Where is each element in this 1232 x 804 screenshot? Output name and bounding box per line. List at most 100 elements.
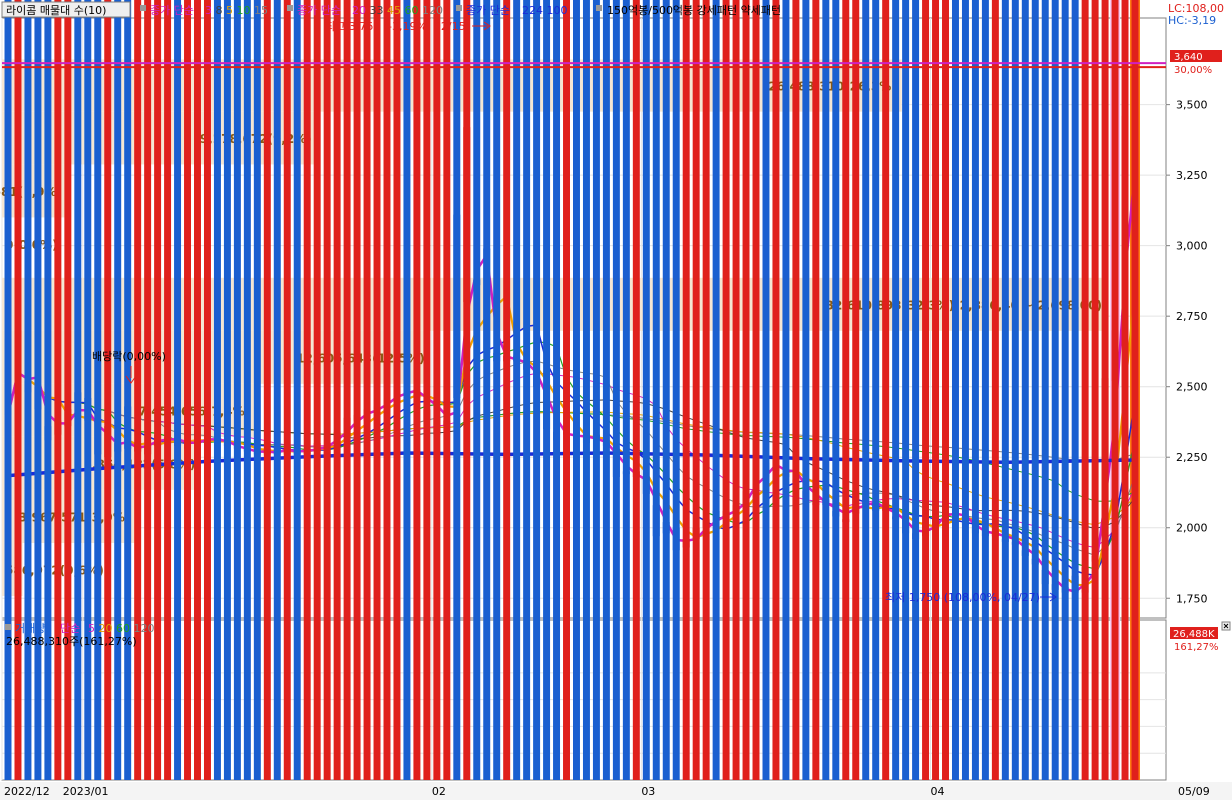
price-tick-label: 3,250 (1176, 169, 1208, 182)
date-label: 03 (641, 785, 655, 798)
volume-bar (952, 0, 959, 780)
volume-bar (1052, 0, 1059, 780)
ma-period: 45 (387, 4, 405, 17)
volume-bar (374, 0, 381, 780)
volume-bar (593, 0, 600, 780)
volume-bar (733, 0, 740, 780)
volume-bar (433, 0, 440, 780)
volume-bar (643, 0, 650, 780)
volume-bar (623, 0, 630, 780)
volume-bar (832, 0, 839, 780)
volume-bar (543, 0, 550, 780)
volume-bar (354, 0, 361, 780)
ma-period: 3 (205, 4, 216, 17)
ma-period: 5 (226, 4, 237, 17)
ma-period: 10 (237, 4, 255, 17)
volume-bar (74, 0, 81, 780)
ma-label-3: 종가 단순 (466, 4, 510, 17)
volume-bar (304, 0, 311, 780)
volume-bar (1062, 0, 1069, 780)
volume-bar (114, 0, 121, 780)
date-label: 2022/12 (4, 785, 50, 798)
volume-bar (1072, 0, 1079, 780)
low-annotation: 최저 1,750 (108,00%, 04/27) (885, 591, 1040, 604)
volume-bar (443, 0, 450, 780)
ma-period: 120 (422, 4, 443, 17)
volume-bar (922, 0, 929, 780)
volume-bar (1082, 0, 1089, 780)
volume-bar (553, 0, 560, 780)
indicator-title: 라이콤 매물대 수(10) (6, 4, 106, 17)
volume-bar (124, 0, 131, 780)
date-label: 02 (432, 785, 446, 798)
volume-bar (5, 0, 12, 780)
volume-bar (533, 0, 540, 780)
volume-bar (932, 0, 939, 780)
volume-bar (882, 0, 889, 780)
volume-bar (523, 0, 530, 780)
volume-bar (224, 0, 231, 780)
price-badge-pct: 30,00% (1174, 65, 1212, 76)
volume-bar (364, 0, 371, 780)
date-label: 05/09 (1178, 785, 1210, 798)
volume-bar (1032, 0, 1039, 780)
ma-period: 33 (370, 4, 388, 17)
volume-bar (234, 0, 241, 780)
volume-bar (134, 0, 141, 780)
volume-bar (194, 0, 201, 780)
volume-bar (772, 0, 779, 780)
volume-bar (264, 0, 271, 780)
volume-bar (1042, 0, 1049, 780)
ma-period: 60 (405, 4, 423, 17)
legend-square-icon (456, 5, 462, 11)
volume-bar (782, 0, 789, 780)
volume-bar (762, 0, 769, 780)
volume-bar (413, 0, 420, 780)
volume-bar (633, 0, 640, 780)
volume-bar (1002, 0, 1009, 780)
date-label: 04 (931, 785, 945, 798)
ma-period: 15 (254, 4, 268, 17)
ma-period: 20 (99, 622, 117, 635)
volume-bar (284, 0, 291, 780)
volume-bar (513, 0, 520, 780)
price-tick-label: 2,500 (1176, 381, 1208, 394)
volume-bar (14, 0, 21, 780)
ma-period: 100 (547, 4, 568, 17)
volume-bar (812, 0, 819, 780)
volume-bar (603, 0, 610, 780)
volume-title: 거래량 (15, 622, 45, 635)
volume-bar (144, 0, 151, 780)
volume-bar (244, 0, 251, 780)
volume-bar (892, 0, 899, 780)
volume-bar (583, 0, 590, 780)
ma-period: 120 (134, 622, 155, 635)
candlestick-chart: 26,488,310(26,3%)9,278,672(9,2%)1,955,58… (0, 0, 1232, 800)
dividend-annotation: 배당락(0,00%) (92, 350, 166, 363)
ma-label-1: 종가 단순 (150, 4, 194, 17)
volume-bar (683, 0, 690, 780)
price-tick-label: 3,000 (1176, 240, 1208, 253)
hc-value: HC:-3,19 (1168, 14, 1216, 27)
date-axis-bg (0, 782, 1232, 800)
volume-bar (254, 0, 261, 780)
price-tick-label: 2,250 (1176, 451, 1208, 464)
volume-info: 26,488,310주(161,27%) (6, 635, 137, 648)
volume-bar (184, 0, 191, 780)
volume-bar (453, 0, 460, 780)
volume-bar (503, 0, 510, 780)
price-tick-label: 2,750 (1176, 310, 1208, 323)
volume-bar (64, 0, 71, 780)
volume-bar (663, 0, 670, 780)
high-annotation: 최고 3,760 (-3,19%, 02/15) (325, 20, 470, 33)
volume-bar (912, 0, 919, 780)
volume-bar (1102, 0, 1109, 780)
volume-bar (483, 0, 490, 780)
legend-square-icon (5, 624, 11, 630)
volume-bar (473, 0, 480, 780)
volume-bar (852, 0, 859, 780)
volume-bar (44, 0, 51, 780)
ma-period: 20 (352, 4, 370, 17)
ma-periods-1: 3 8 5 10 15 (205, 4, 268, 17)
volume-bar (344, 0, 351, 780)
